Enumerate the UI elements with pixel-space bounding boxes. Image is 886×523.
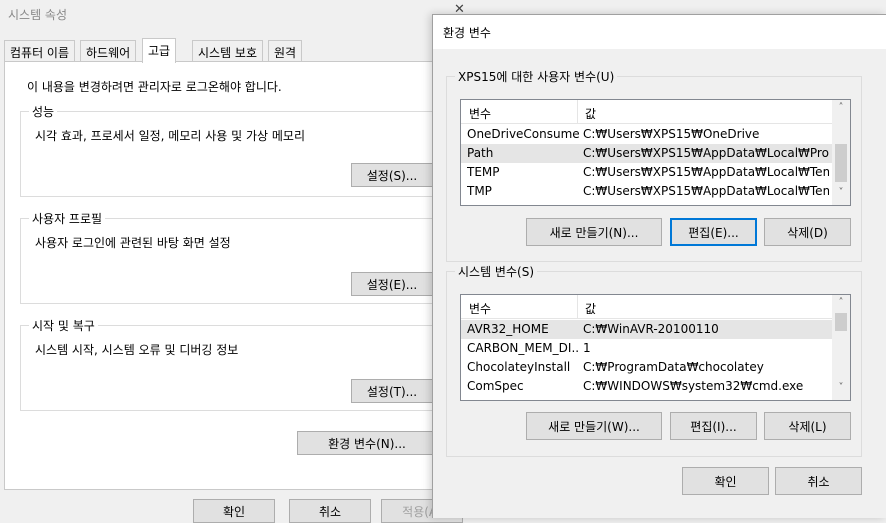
tab-hardware[interactable]: 하드웨어	[80, 40, 137, 62]
performance-group: 성능 시각 효과, 프로세서 일정, 메모리 사용 및 가상 메모리 설정(S)…	[20, 103, 445, 197]
variable-value: C:₩WinAVR-20100110	[583, 322, 719, 336]
tab-computer-name[interactable]: 컴퓨터 이름	[4, 40, 76, 62]
environment-variables-dialog: 환경 변수 XPS15에 대한 사용자 변수(U) 변수 값 OneDriveC…	[432, 14, 886, 518]
dialog-title: 환경 변수	[443, 26, 491, 40]
environment-variables-button[interactable]: 환경 변수(N)...	[297, 431, 437, 455]
system-properties-window: 시스템 속성 ✕ 컴퓨터 이름 하드웨어 고급 시스템 보호 원격 이 내용을 …	[0, 0, 465, 523]
user-variables-list[interactable]: 변수 값 OneDriveConsumer C:₩Users₩XPS15₩One…	[460, 99, 851, 206]
system-variables-title: 시스템 변수(S)	[455, 263, 537, 280]
vertical-scrollbar[interactable]: ˄ ˅	[832, 100, 850, 205]
list-item[interactable]: CARBON_MEM_DI... 1	[461, 339, 833, 358]
cancel-button[interactable]: 취소	[289, 499, 371, 523]
list-header: 변수 값	[461, 100, 833, 124]
variable-value: 1	[583, 341, 591, 355]
list-item[interactable]: TEMP C:₩Users₩XPS15₩AppData₩Local₩Temp	[461, 163, 833, 182]
scroll-down-icon[interactable]: ˅	[832, 382, 850, 398]
startup-recovery-desc: 시스템 시작, 시스템 오류 및 디버깅 정보	[35, 343, 239, 357]
system-edit-button[interactable]: 편집(I)...	[670, 412, 757, 440]
user-profiles-group: 사용자 프로필 사용자 로그인에 관련된 바탕 화면 설정 설정(E)...	[20, 210, 445, 304]
variable-value: C:₩Users₩XPS15₩AppData₩Local₩Temp	[583, 184, 829, 198]
variable-value: C:₩Users₩XPS15₩AppData₩Local₩Progra...	[583, 146, 829, 160]
scroll-thumb[interactable]	[835, 313, 847, 331]
list-item[interactable]: AVR32_HOME C:₩WinAVR-20100110	[461, 320, 833, 339]
performance-title: 성능	[29, 103, 58, 120]
tab-advanced[interactable]: 고급	[142, 38, 177, 63]
user-new-button[interactable]: 새로 만들기(N)...	[526, 218, 662, 246]
startup-recovery-group: 시작 및 복구 시스템 시작, 시스템 오류 및 디버깅 정보 설정(T)...	[20, 317, 445, 411]
variable-name: ChocolateyInstall	[467, 360, 571, 374]
env-ok-button[interactable]: 확인	[682, 467, 769, 495]
scroll-thumb[interactable]	[835, 144, 847, 182]
system-new-button[interactable]: 새로 만들기(W)...	[526, 412, 662, 440]
scroll-down-icon[interactable]: ˅	[832, 187, 850, 203]
user-profiles-settings-button[interactable]: 설정(E)...	[351, 272, 433, 296]
startup-recovery-title: 시작 및 복구	[29, 317, 98, 334]
dialog-titlebar: 환경 변수	[433, 15, 886, 49]
user-profiles-desc: 사용자 로그인에 관련된 바탕 화면 설정	[35, 236, 231, 250]
startup-recovery-settings-button[interactable]: 설정(T)...	[351, 379, 433, 403]
user-delete-button[interactable]: 삭제(D)	[764, 218, 851, 246]
ok-button[interactable]: 확인	[193, 499, 275, 523]
list-item[interactable]: Path C:₩Users₩XPS15₩AppData₩Local₩Progra…	[461, 144, 833, 163]
vertical-scrollbar[interactable]: ˄ ˅	[832, 295, 850, 400]
list-header: 변수 값	[461, 295, 833, 319]
variable-name: CARBON_MEM_DI...	[467, 341, 579, 355]
column-variable[interactable]: 변수	[469, 300, 491, 317]
variable-value: C:₩ProgramData₩chocolatey	[583, 360, 764, 374]
column-value[interactable]: 값	[585, 105, 596, 122]
column-divider[interactable]	[577, 100, 578, 124]
variable-value: C:₩WINDOWS₩system32₩cmd.exe	[583, 379, 804, 393]
user-profiles-title: 사용자 프로필	[29, 210, 106, 227]
window-title: 시스템 속성	[8, 8, 68, 22]
scroll-up-icon[interactable]: ˄	[832, 297, 850, 313]
list-item[interactable]: TMP C:₩Users₩XPS15₩AppData₩Local₩Temp	[461, 182, 833, 201]
tab-system-protection[interactable]: 시스템 보호	[192, 40, 264, 62]
admin-notice: 이 내용을 변경하려면 관리자로 로그온해야 합니다.	[27, 80, 282, 94]
variable-name: TMP	[467, 184, 492, 198]
performance-settings-button[interactable]: 설정(S)...	[351, 163, 433, 187]
variable-value: C:₩Users₩XPS15₩OneDrive	[583, 127, 760, 141]
variable-value: C:₩Users₩XPS15₩AppData₩Local₩Temp	[583, 165, 829, 179]
list-item[interactable]: OneDriveConsumer C:₩Users₩XPS15₩OneDrive	[461, 125, 833, 144]
variable-name: TEMP	[467, 165, 500, 179]
list-item[interactable]: ComSpec C:₩WINDOWS₩system32₩cmd.exe	[461, 377, 833, 396]
column-value[interactable]: 값	[585, 300, 596, 317]
system-variables-list[interactable]: 변수 값 AVR32_HOME C:₩WinAVR-20100110 CARBO…	[460, 294, 851, 401]
column-divider[interactable]	[577, 295, 578, 319]
env-cancel-button[interactable]: 취소	[775, 467, 862, 495]
tab-remote[interactable]: 원격	[268, 40, 303, 62]
list-item[interactable]: ChocolateyInstall C:₩ProgramData₩chocola…	[461, 358, 833, 377]
scroll-up-icon[interactable]: ˄	[832, 102, 850, 118]
user-variables-group: XPS15에 대한 사용자 변수(U) 변수 값 OneDriveConsume…	[446, 68, 862, 262]
variable-name: OneDriveConsumer	[467, 127, 579, 141]
user-edit-button[interactable]: 편집(E)...	[670, 218, 757, 246]
performance-desc: 시각 효과, 프로세서 일정, 메모리 사용 및 가상 메모리	[35, 129, 305, 143]
variable-name: ComSpec	[467, 379, 524, 393]
system-delete-button[interactable]: 삭제(L)	[764, 412, 851, 440]
advanced-tab-page: 이 내용을 변경하려면 관리자로 로그온해야 합니다. 성능 시각 효과, 프로…	[4, 61, 445, 490]
variable-name: Path	[467, 146, 494, 160]
user-variables-title: XPS15에 대한 사용자 변수(U)	[455, 68, 618, 85]
variable-name: AVR32_HOME	[467, 322, 549, 336]
column-variable[interactable]: 변수	[469, 105, 491, 122]
system-variables-group: 시스템 변수(S) 변수 값 AVR32_HOME C:₩WinAVR-2010…	[446, 263, 862, 457]
